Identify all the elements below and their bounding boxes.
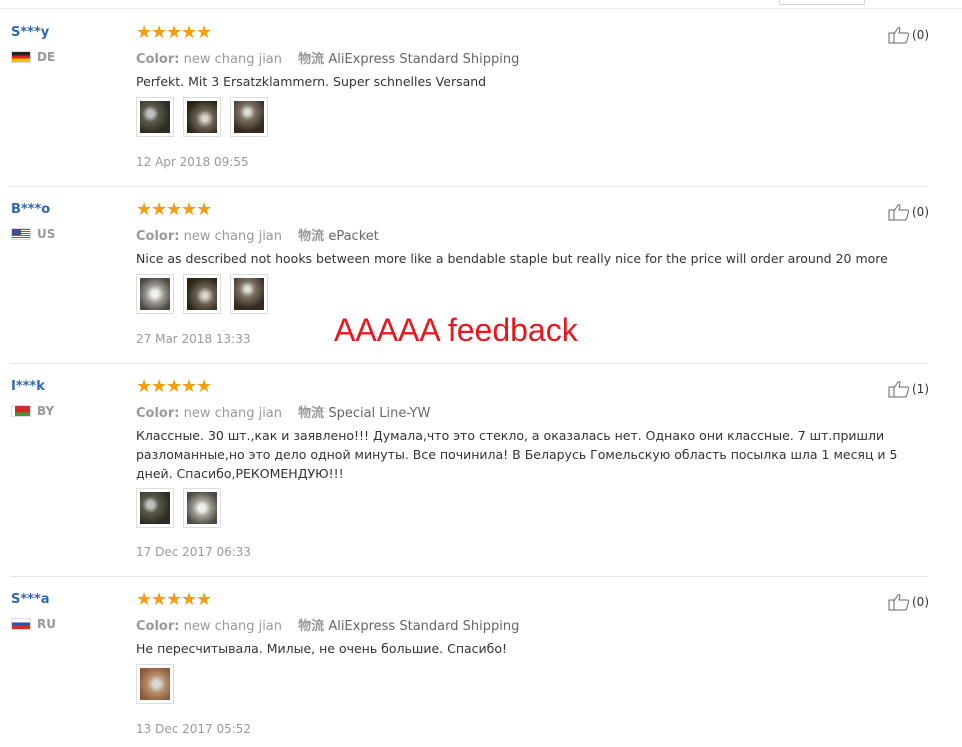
star-icon: ★ (151, 376, 168, 397)
star-icon: ★ (166, 589, 183, 610)
review-item: I***k BY ★ ★ ★ ★ ★ Color: new chang jian 物流 … (0, 364, 930, 576)
color-label: Color: (136, 619, 180, 634)
review-photos (136, 274, 277, 314)
star-icon: ★ (196, 589, 213, 610)
shipping-value: ePacket (328, 229, 379, 244)
helpful-button[interactable]: (0) (888, 593, 929, 611)
star-icon: ★ (196, 376, 213, 397)
star-icon: ★ (181, 376, 198, 397)
russia-flag-icon (11, 618, 31, 630)
country-code: RU (37, 617, 56, 631)
star-icon: ★ (136, 199, 153, 220)
thumbs-up-icon (888, 204, 910, 221)
shipping-label: 物流 (298, 229, 325, 244)
reviewer-name[interactable]: I***k (11, 379, 45, 394)
helpful-count: (0) (912, 28, 929, 42)
review-photos (136, 664, 183, 704)
belarus-flag-icon (11, 405, 31, 417)
review-photo-thumbnail[interactable] (136, 97, 174, 137)
shipping-value: AliExpress Standard Shipping (328, 52, 520, 67)
country-code: BY (37, 404, 55, 418)
star-icon: ★ (196, 22, 213, 43)
reviewer-country: BY (11, 404, 54, 418)
watermark-text: AAAAA feedback (334, 312, 578, 348)
star-icon: ★ (181, 22, 198, 43)
review-photo-thumbnail[interactable] (230, 274, 268, 314)
star-icon: ★ (151, 22, 168, 43)
review-photo-thumbnail[interactable] (230, 97, 268, 137)
review-text: Perfekt. Mit 3 Ersatzklammern. Super sch… (136, 74, 487, 89)
color-value: new chang jian (183, 52, 283, 67)
thumbs-up-icon (888, 27, 910, 44)
star-rating: ★ ★ ★ ★ ★ (136, 376, 213, 397)
germany-flag-icon (11, 51, 31, 63)
order-info: Color: new chang jian 物流 ePacket (136, 225, 379, 244)
star-icon: ★ (136, 22, 153, 43)
reviewer-country: RU (11, 617, 56, 631)
review-photo-thumbnail[interactable] (183, 488, 221, 528)
shipping-label: 物流 (298, 52, 325, 67)
shipping-value: AliExpress Standard Shipping (328, 619, 520, 634)
helpful-count: (0) (912, 205, 929, 219)
shipping-label: 物流 (298, 619, 325, 634)
review-photo-thumbnail[interactable] (136, 664, 174, 704)
color-value: new chang jian (183, 619, 283, 634)
star-icon: ★ (166, 22, 183, 43)
color-value: new chang jian (183, 406, 283, 421)
order-info: Color: new chang jian 物流 AliExpress Stan… (136, 615, 519, 634)
review-photo-thumbnail[interactable] (136, 488, 174, 528)
star-icon: ★ (181, 199, 198, 220)
review-date: 12 Apr 2018 09:55 (136, 155, 249, 169)
review-item: S***a RU ★ ★ ★ ★ ★ Color: new chang jian 物流 … (0, 577, 930, 747)
sort-dropdown-edge[interactable] (779, 0, 865, 5)
star-rating: ★ ★ ★ ★ ★ (136, 22, 213, 43)
color-label: Color: (136, 229, 180, 244)
shipping-label: 物流 (298, 406, 325, 421)
order-info: Color: new chang jian 物流 AliExpress Stan… (136, 48, 519, 67)
country-code: US (37, 227, 56, 241)
review-photo-thumbnail[interactable] (136, 274, 174, 314)
helpful-button[interactable]: (1) (888, 380, 929, 398)
order-info: Color: new chang jian 物流 Special Line-YW (136, 402, 430, 421)
star-icon: ★ (166, 199, 183, 220)
reviewer-country: DE (11, 50, 55, 64)
review-text: Классные. 30 шт.,как и заявлено!!! Думал… (136, 428, 898, 481)
star-icon: ★ (136, 376, 153, 397)
star-icon: ★ (166, 376, 183, 397)
star-rating: ★ ★ ★ ★ ★ (136, 199, 213, 220)
review-date: 27 Mar 2018 13:33 (136, 332, 251, 346)
reviewer-name[interactable]: S***a (11, 592, 50, 607)
color-label: Color: (136, 406, 180, 421)
review-date: 17 Dec 2017 06:33 (136, 545, 252, 559)
review-item: S***y DE ★ ★ ★ ★ ★ Color: new chang jian 物流 … (0, 10, 930, 186)
star-icon: ★ (136, 589, 153, 610)
color-value: new chang jian (183, 229, 283, 244)
review-text: Nice as described not hooks between more… (136, 251, 888, 266)
review-photo-thumbnail[interactable] (183, 97, 221, 137)
reviewer-name[interactable]: B***o (11, 202, 50, 217)
thumbs-up-icon (888, 594, 910, 611)
thumbs-up-icon (888, 381, 910, 398)
helpful-button[interactable]: (0) (888, 203, 929, 221)
review-text: Не пересчитывала. Милые, не очень больши… (136, 641, 508, 656)
helpful-count: (0) (912, 595, 929, 609)
country-code: DE (37, 50, 56, 64)
usa-flag-icon (11, 228, 31, 240)
divider (0, 8, 962, 9)
star-icon: ★ (196, 199, 213, 220)
color-label: Color: (136, 52, 180, 67)
star-icon: ★ (151, 199, 168, 220)
shipping-value: Special Line-YW (328, 406, 431, 421)
helpful-count: (1) (912, 382, 929, 396)
reviewer-country: US (11, 227, 55, 241)
review-photo-thumbnail[interactable] (183, 274, 221, 314)
helpful-button[interactable]: (0) (888, 26, 929, 44)
star-rating: ★ ★ ★ ★ ★ (136, 589, 213, 610)
review-photos (136, 97, 277, 137)
review-date: 13 Dec 2017 05:52 (136, 722, 252, 736)
star-icon: ★ (181, 589, 198, 610)
star-icon: ★ (151, 589, 168, 610)
reviewer-name[interactable]: S***y (11, 25, 49, 40)
review-photos (136, 488, 230, 528)
